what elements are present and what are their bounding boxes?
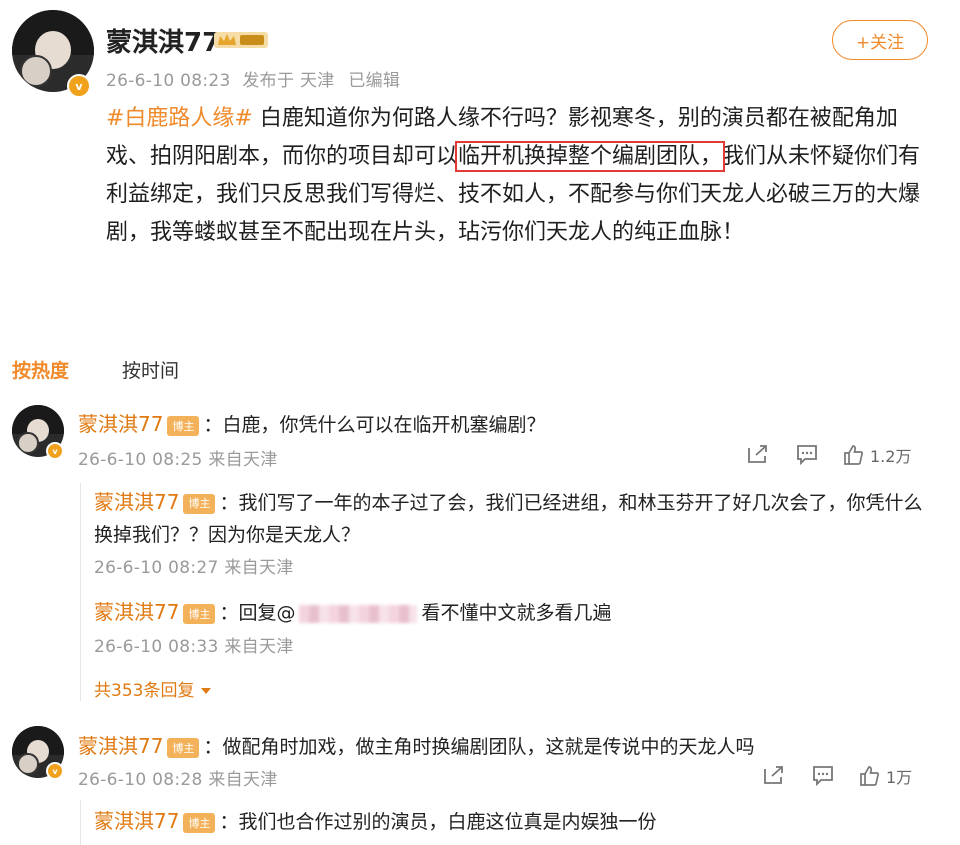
share-icon <box>764 766 783 784</box>
more-replies-link[interactable]: 共353条回复 <box>94 676 212 701</box>
comment-icon <box>797 445 817 465</box>
comment-time: 26-6-10 08:28 来自天津 <box>78 770 278 790</box>
like-button[interactable]: 1万 <box>858 764 912 788</box>
post-location: 发布于 天津 <box>242 71 335 91</box>
like-icon <box>860 766 880 786</box>
comment-time: 26-6-10 08:25 来自天津 <box>78 450 278 470</box>
author-tag: 博主 <box>183 812 216 833</box>
follow-button[interactable]: +关注 <box>832 20 928 60</box>
more-replies-label: 共353条回复 <box>94 681 195 701</box>
author-tag: 博主 <box>167 737 200 758</box>
reply-item: 蒙淇淇77 博主 ：我们也合作过别的演员，白鹿这位真是内娱独一份 <box>94 809 657 833</box>
verified-icon: v <box>67 74 91 98</box>
tab-sort-time[interactable]: 按时间 <box>122 356 179 383</box>
chevron-down-icon <box>200 688 211 694</box>
share-button[interactable] <box>746 443 770 465</box>
comment-author[interactable]: 蒙淇淇77 <box>78 412 163 436</box>
comment-text: 做配角时加戏，做主角时换编剧团队，这就是传说中的天龙人吗 <box>222 736 755 758</box>
reply-item: 蒙淇淇77 博主 ：回复@ 看不懂中文就多看几遍 <box>94 600 612 624</box>
reply-author[interactable]: 蒙淇淇77 <box>94 490 179 514</box>
reply-time: 26-6-10 08:27 来自天津 <box>94 558 294 578</box>
reply-author[interactable]: 蒙淇淇77 <box>94 809 179 833</box>
reply-divider <box>80 483 81 701</box>
tab-sort-hot[interactable]: 按热度 <box>12 356 69 383</box>
post-body: #白鹿路人缘# 白鹿知道你为何路人缘不行吗？影视寒冬，别的演员都在被配角加戏、拍… <box>106 100 936 252</box>
author-tag: 博主 <box>183 603 216 624</box>
comment-button[interactable] <box>811 764 835 786</box>
reply-divider <box>80 800 81 845</box>
reply-time: 26-6-10 08:33 来自天津 <box>94 637 294 657</box>
post-time: 26-6-10 08:23 <box>106 71 231 91</box>
reply-item: 蒙淇淇77 博主 ：我们写了一年的本子过了会，我们已经进组，和林玉芬开了好几次会了，… <box>94 490 923 546</box>
comment-text: 白鹿，你凭什么可以在临开机塞编剧？ <box>222 414 546 436</box>
share-button[interactable] <box>762 764 786 786</box>
hashtag-link[interactable]: #白鹿路人缘# <box>106 106 253 131</box>
comment-icon <box>813 766 833 786</box>
post-edited: 已编辑 <box>348 71 401 91</box>
author-tag: 博主 <box>167 415 200 436</box>
reply-author[interactable]: 蒙淇淇77 <box>94 600 179 624</box>
verified-icon: v <box>46 442 64 460</box>
crown-badge-icon <box>214 30 268 50</box>
comment-author[interactable]: 蒙淇淇77 <box>78 734 163 758</box>
post-meta: 26-6-10 08:23 发布于 天津 已编辑 <box>106 66 400 91</box>
post-author-name[interactable]: 蒙淇淇77 <box>106 22 220 59</box>
blurred-username[interactable] <box>299 604 418 623</box>
reply-prefix: 回复@ <box>238 602 296 624</box>
verified-icon: v <box>46 762 64 780</box>
comment-line: 蒙淇淇77 博主 ：做配角时加戏，做主角时换编剧团队，这就是传说中的天龙人吗 <box>78 734 755 758</box>
like-button[interactable]: 1.2万 <box>842 443 911 467</box>
like-count: 1万 <box>886 768 913 787</box>
share-icon <box>748 445 767 463</box>
like-count: 1.2万 <box>870 447 912 466</box>
comment-line: 蒙淇淇77 博主 ：白鹿，你凭什么可以在临开机塞编剧？ <box>78 412 546 436</box>
reply-text: 我们也合作过别的演员，白鹿这位真是内娱独一份 <box>238 811 657 833</box>
comment-button[interactable] <box>795 443 819 465</box>
reply-text: 看不懂中文就多看几遍 <box>421 602 612 624</box>
like-icon <box>844 445 864 465</box>
post-text-highlight: 临开机换掉整个编剧团队， <box>455 141 726 172</box>
author-tag: 博主 <box>183 493 216 514</box>
